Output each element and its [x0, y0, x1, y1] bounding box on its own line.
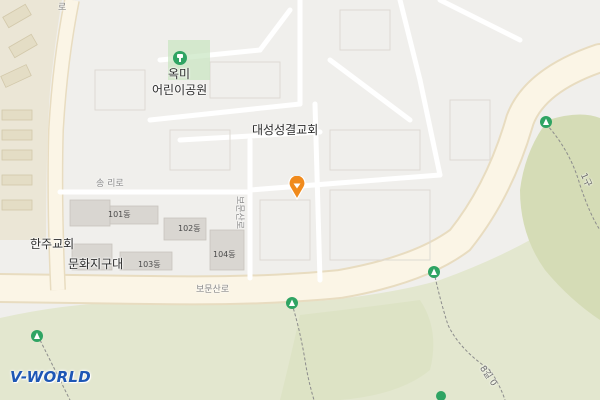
vworld-logo-text: V-WORLD [10, 368, 92, 386]
building-label-101: 101동 [108, 210, 131, 219]
trail-marker-icon[interactable] [31, 330, 43, 342]
poi-label-cultural-district: 문화지구대 [68, 257, 124, 271]
trail-marker-icon[interactable] [540, 116, 552, 128]
location-marker-icon[interactable] [288, 176, 306, 200]
map-canvas[interactable]: 옥미 어린이공원 대성성결교회 한주교회 문화지구대 송 리로 보문산로 보문산… [0, 0, 600, 400]
road-label-bomun-sanro: 보문산로 [196, 285, 230, 295]
building-label-103: 103동 [138, 260, 161, 269]
trail-marker-icon[interactable] [428, 266, 440, 278]
poi-label-hanju-church: 한주교회 [30, 237, 75, 251]
trail-marker-icon[interactable] [286, 297, 298, 309]
poi-label-okmi-park: 옥미 [168, 67, 191, 81]
vworld-logo: V-WORLD [10, 368, 91, 386]
building-label-102: 102동 [178, 224, 201, 233]
map-base-layer [0, 0, 600, 400]
poi-label-okmi-park-sub: 어린이공원 [152, 83, 208, 97]
road-label-songri-ro: 송 리로 [96, 179, 124, 189]
trail-marker-icon[interactable] [435, 390, 447, 400]
building-label-104: 104동 [213, 250, 236, 259]
park-icon [173, 51, 187, 65]
poi-label-daesung-church: 대성성결교회 [252, 123, 319, 137]
road-label-bomun-sanro-vertical: 보문산로 [234, 195, 245, 230]
road-label-top: 로 [58, 3, 67, 13]
